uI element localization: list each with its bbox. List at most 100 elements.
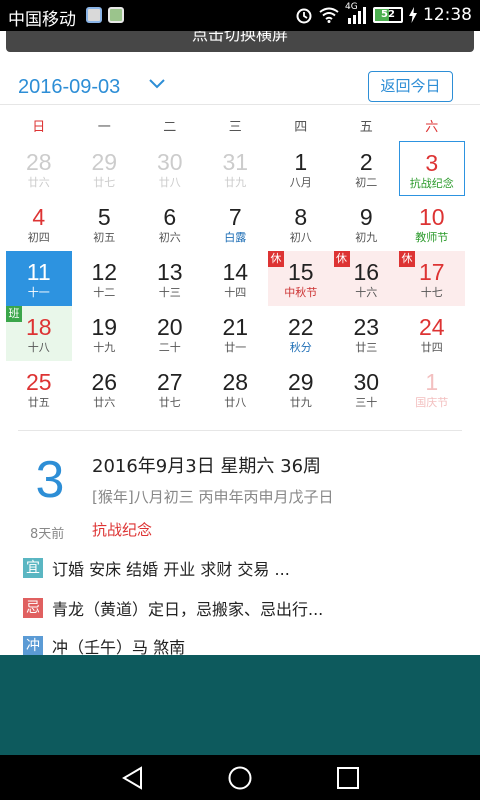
- home-icon[interactable]: [227, 765, 253, 791]
- calendar-day-cell[interactable]: 24 廿四: [399, 306, 465, 361]
- lunar-label: 秋分: [289, 341, 312, 354]
- calendar-divider: [18, 430, 462, 431]
- calendar-day-cell[interactable]: 29 廿九: [268, 361, 334, 416]
- day-number: 13: [156, 259, 183, 285]
- ji-row[interactable]: 忌 青龙（黄道）定日，忌搬家、忌出行...: [23, 596, 323, 620]
- calendar-day-cell[interactable]: 22 秋分: [268, 306, 334, 361]
- day-number: 29: [287, 369, 314, 395]
- calendar-day-cell[interactable]: 休 16 十六: [333, 251, 399, 306]
- lunar-label: 廿八: [158, 176, 181, 189]
- calendar-day-cell[interactable]: 5 初五: [72, 196, 138, 251]
- calendar-day-cell[interactable]: 30 三十: [334, 361, 400, 416]
- yi-badge: 宜: [23, 558, 43, 578]
- calendar-day-cell[interactable]: 6 初六: [137, 196, 203, 251]
- banner-text: 点击切换横屏: [191, 31, 288, 44]
- day-number: 27: [156, 369, 183, 395]
- lunar-label: 廿七: [158, 396, 181, 409]
- lunar-label: 廿九: [224, 176, 247, 189]
- recent-apps-icon[interactable]: [335, 765, 361, 791]
- app-root: 中国移动 4G 52 12:38 点击切换横屏 2016-09-03 返回今日 …: [0, 0, 480, 800]
- calendar-day-cell[interactable]: 28 廿六: [6, 141, 72, 196]
- charging-icon: [409, 7, 417, 23]
- lunar-label: 初五: [93, 231, 116, 244]
- day-number: 22: [287, 314, 314, 340]
- calendar-day-cell[interactable]: 1 八月: [268, 141, 334, 196]
- calendar-day-cell[interactable]: 休 17 十七: [399, 251, 465, 306]
- calendar-day-cell[interactable]: 30 廿八: [137, 141, 203, 196]
- chevron-down-icon[interactable]: [148, 78, 166, 90]
- battery-icon: 52: [373, 7, 403, 23]
- lunar-label: 十四: [224, 286, 247, 299]
- back-icon[interactable]: [120, 765, 146, 791]
- day-number: 28: [222, 369, 249, 395]
- lunar-label: 廿一: [224, 341, 247, 354]
- calendar-day-cell[interactable]: 11 十一: [6, 251, 72, 306]
- lunar-label: 廿四: [420, 341, 443, 354]
- lunar-label: 十二: [93, 286, 116, 299]
- weekday-fri: 五: [359, 120, 373, 135]
- day-number: 24: [418, 314, 445, 340]
- calendar-day-cell[interactable]: 29 廿七: [72, 141, 138, 196]
- lunar-label: 抗战纪念: [409, 177, 454, 190]
- calendar-day-cell[interactable]: 28 廿八: [203, 361, 269, 416]
- calendar-day-cell[interactable]: 1 国庆节: [399, 361, 465, 416]
- back-to-today-button[interactable]: 返回今日: [368, 71, 453, 102]
- calendar-day-cell[interactable]: 3 抗战纪念: [399, 141, 465, 196]
- calendar-day-cell[interactable]: 23 廿三: [334, 306, 400, 361]
- battery-level: 52: [381, 9, 395, 20]
- calendar-day-cell[interactable]: 20 二十: [137, 306, 203, 361]
- lunar-label: 廿七: [93, 176, 116, 189]
- notification-image-icon: [108, 7, 124, 23]
- days-ago-label: 8天前: [30, 527, 65, 542]
- chong-badge: 冲: [23, 636, 43, 656]
- calendar-day-cell[interactable]: 21 廿一: [203, 306, 269, 361]
- ji-badge: 忌: [23, 598, 43, 618]
- calendar-day-cell[interactable]: 4 初四: [6, 196, 72, 251]
- landscape-toggle-banner[interactable]: 点击切换横屏: [6, 31, 474, 52]
- bottom-panel: [0, 655, 480, 755]
- festival-text: 抗战纪念: [92, 521, 153, 539]
- lunar-label: 十七: [420, 286, 443, 299]
- lunar-label: 三十: [355, 396, 378, 409]
- day-number: 26: [91, 369, 118, 395]
- wifi-icon: [319, 7, 339, 23]
- day-number: 19: [91, 314, 118, 340]
- clock-time: 12:38: [423, 5, 472, 25]
- lunar-label: 初二: [355, 176, 378, 189]
- day-number: 29: [91, 149, 118, 175]
- calendar-day-cell[interactable]: 7 白露: [203, 196, 269, 251]
- full-date-text: 2016年9月3日 星期六 36周: [92, 456, 322, 477]
- calendar-grid: 28 廿六 29 廿七 30 廿八 31 廿九 1 八月 2 初二 3 抗战纪念 4 初四 5 初五 6 初六 7 白露 8…: [6, 141, 465, 416]
- day-number: 8: [294, 204, 308, 230]
- lunar-label: 十九: [93, 341, 116, 354]
- lunar-date-text: [猴年]八月初三 丙申年丙申月戊子日: [92, 488, 334, 506]
- calendar-day-cell[interactable]: 9 初九: [334, 196, 400, 251]
- cell-signal-icon: 4G: [345, 2, 367, 24]
- lunar-label: 初九: [355, 231, 378, 244]
- calendar-day-cell[interactable]: 班 18 十八: [6, 306, 72, 361]
- calendar-day-cell[interactable]: 25 廿五: [6, 361, 72, 416]
- notification-app-icon: [86, 7, 102, 23]
- calendar-day-cell[interactable]: 14 十四: [203, 251, 269, 306]
- day-number: 31: [222, 149, 249, 175]
- workday-tag: 班: [6, 306, 22, 322]
- calendar-day-cell[interactable]: 2 初二: [334, 141, 400, 196]
- calendar-day-cell[interactable]: 8 初八: [268, 196, 334, 251]
- day-number: 21: [222, 314, 249, 340]
- weekday-wed: 三: [228, 120, 242, 135]
- calendar-day-cell[interactable]: 19 十九: [72, 306, 138, 361]
- day-number: 2: [359, 149, 373, 175]
- calendar-day-cell[interactable]: 10 教师节: [399, 196, 465, 251]
- day-number: 25: [25, 369, 52, 395]
- lunar-label: 廿八: [224, 396, 247, 409]
- calendar-day-cell[interactable]: 27 廿七: [137, 361, 203, 416]
- calendar-day-cell[interactable]: 12 十二: [72, 251, 138, 306]
- current-date-title[interactable]: 2016-09-03: [18, 76, 120, 99]
- day-number: 3: [425, 150, 439, 176]
- calendar-day-cell[interactable]: 31 廿九: [203, 141, 269, 196]
- calendar-day-cell[interactable]: 26 廿六: [72, 361, 138, 416]
- calendar-day-cell[interactable]: 休 15 中秋节: [268, 251, 334, 306]
- calendar-day-cell[interactable]: 13 十三: [137, 251, 203, 306]
- day-number: 28: [25, 149, 52, 175]
- yi-row[interactable]: 宜 订婚 安床 结婚 开业 求财 交易 ...: [23, 556, 290, 580]
